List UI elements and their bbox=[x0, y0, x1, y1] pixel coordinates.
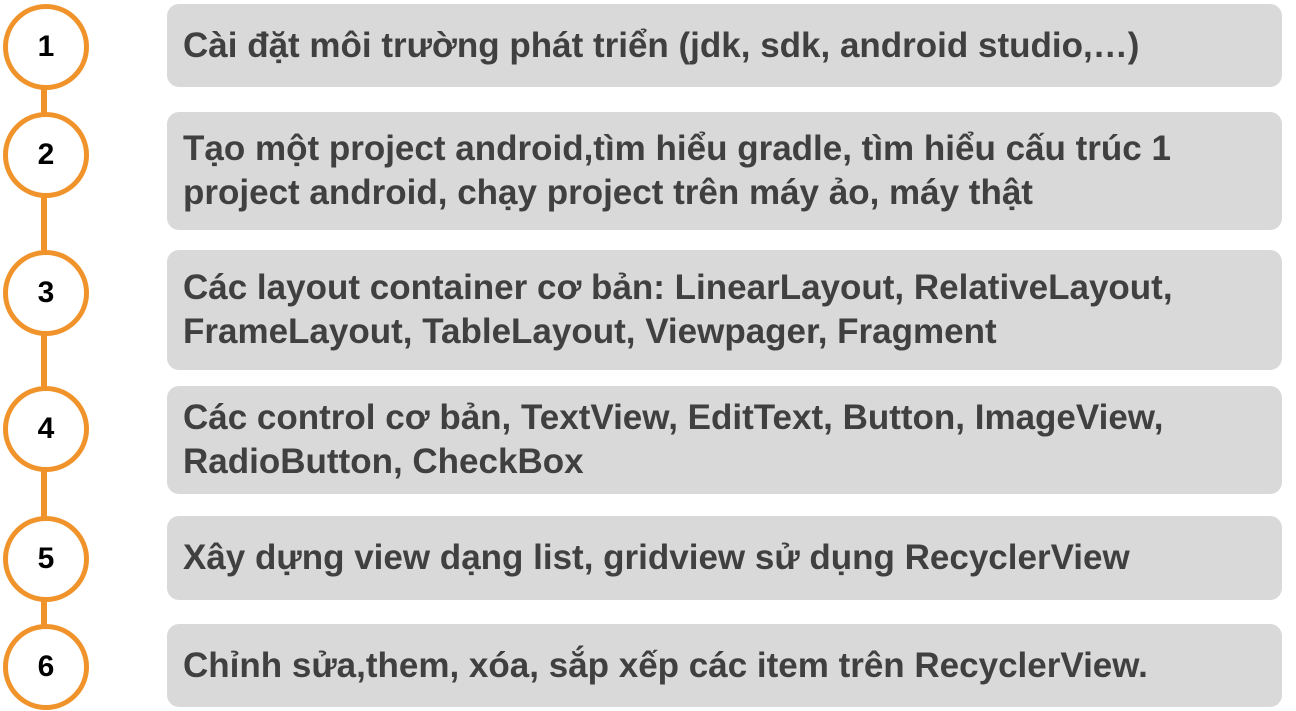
step-5-text: Xây dựng view dạng list, gridview sử dụn… bbox=[183, 538, 1130, 577]
step-6-text: Chỉnh sửa,them, xóa, sắp xếp các item tr… bbox=[183, 645, 1148, 685]
step-5-box: Xây dựng view dạng list, gridview sử dụn… bbox=[167, 516, 1282, 600]
step-4-circle: 4 bbox=[3, 386, 89, 472]
step-3-circle: 3 bbox=[3, 250, 89, 336]
step-2-circle: 2 bbox=[3, 112, 89, 198]
step-5-circle: 5 bbox=[3, 516, 89, 602]
step-3-text: Các layout container cơ bản: LinearLayou… bbox=[183, 268, 1173, 351]
step-1-box: Cài đặt môi trường phát triển (jdk, sdk,… bbox=[167, 4, 1282, 87]
step-4-box: Các control cơ bản, TextView, EditText, … bbox=[167, 386, 1282, 494]
step-6-box: Chỉnh sửa,them, xóa, sắp xếp các item tr… bbox=[167, 624, 1282, 707]
step-2-text: Tạo một project android,tìm hiểu gradle,… bbox=[183, 129, 1171, 212]
step-6-circle: 6 bbox=[3, 624, 89, 710]
step-1-number: 1 bbox=[37, 30, 55, 63]
step-4-text: Các control cơ bản, TextView, EditText, … bbox=[183, 398, 1164, 481]
step-3-number: 3 bbox=[37, 276, 55, 309]
step-5-number: 5 bbox=[37, 542, 55, 575]
step-3-box: Các layout container cơ bản: LinearLayou… bbox=[167, 250, 1282, 370]
step-2-number: 2 bbox=[37, 138, 55, 171]
step-1-text: Cài đặt môi trường phát triển (jdk, sdk,… bbox=[183, 25, 1140, 65]
step-6-number: 6 bbox=[37, 650, 55, 683]
step-4-number: 4 bbox=[37, 412, 55, 445]
step-2-box: Tạo một project android,tìm hiểu gradle,… bbox=[167, 112, 1282, 230]
step-1-circle: 1 bbox=[3, 4, 89, 90]
